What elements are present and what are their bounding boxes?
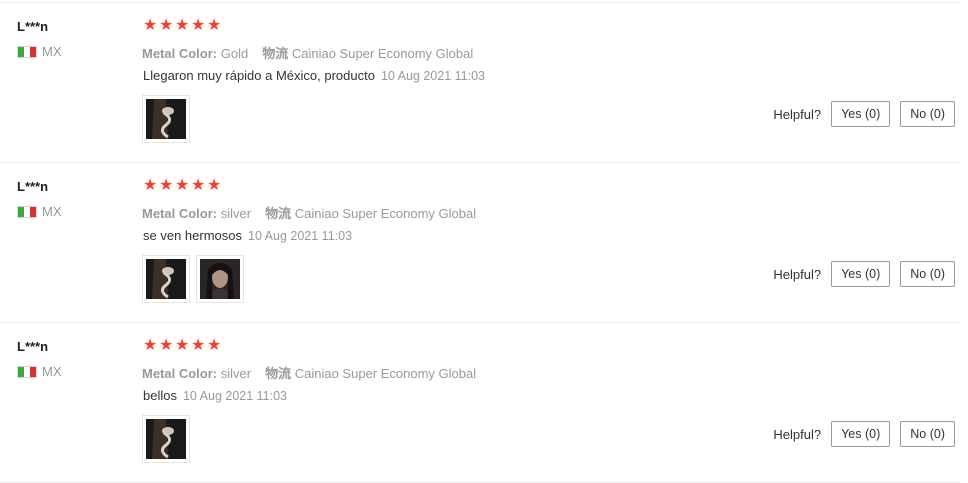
star-icon: ★ xyxy=(207,17,222,34)
country-code: MX xyxy=(42,44,62,59)
helpful-no-button[interactable]: No (0) xyxy=(900,421,955,447)
portrait-photo xyxy=(200,259,240,299)
earring-photo xyxy=(146,259,186,299)
helpful-vote: Helpful? Yes (0) No (0) xyxy=(773,261,955,287)
star-icon: ★ xyxy=(191,177,206,194)
shipping-value: Cainiao Super Economy Global xyxy=(294,366,477,381)
review-item: L***n MX ★ ★ ★ ★ ★ Metal Color: Gold 物流 Cainiao … xyxy=(0,3,968,163)
reviewer-name: L***n xyxy=(17,339,49,354)
review-photo-thumbnail[interactable] xyxy=(142,255,190,303)
helpful-label: Helpful? xyxy=(773,106,822,122)
star-icon: ★ xyxy=(175,177,190,194)
star-icon: ★ xyxy=(207,337,222,354)
star-rating: ★ ★ ★ ★ ★ xyxy=(143,18,221,34)
star-icon: ★ xyxy=(143,177,158,194)
helpful-yes-button[interactable]: Yes (0) xyxy=(831,261,891,287)
metal-color-label: Metal Color: xyxy=(142,206,218,221)
review-text: se ven hermosos xyxy=(143,228,242,243)
star-icon: ★ xyxy=(159,17,174,34)
review-photos xyxy=(142,95,190,143)
review-photo-thumbnail[interactable] xyxy=(142,415,190,463)
review-text: Llegaron muy rápido a México, producto xyxy=(143,68,375,83)
mexico-flag-icon xyxy=(17,45,37,58)
star-rating: ★ ★ ★ ★ ★ xyxy=(143,338,221,354)
review-photo-thumbnail[interactable] xyxy=(196,255,244,303)
product-attributes: Metal Color: silver 物流 Cainiao Super Econ… xyxy=(142,203,476,222)
review-item: L***n MX ★ ★ ★ ★ ★ Metal Color: silver 物流 Cainia… xyxy=(0,163,968,323)
product-attributes: Metal Color: Gold 物流 Cainiao Super Econom… xyxy=(142,43,473,62)
reviewer-country: MX xyxy=(17,204,62,219)
metal-color-label: Metal Color: xyxy=(142,366,218,381)
review-date: 10 Aug 2021 11:03 xyxy=(380,69,486,83)
review-date: 10 Aug 2021 11:03 xyxy=(182,389,288,403)
review-photos xyxy=(142,255,244,303)
star-icon: ★ xyxy=(159,337,174,354)
star-icon: ★ xyxy=(143,337,158,354)
star-icon: ★ xyxy=(175,337,190,354)
country-code: MX xyxy=(42,364,62,379)
review-photo-thumbnail[interactable] xyxy=(142,95,190,143)
helpful-yes-button[interactable]: Yes (0) xyxy=(831,421,891,447)
review-item: L***n MX ★ ★ ★ ★ ★ Metal Color: silver 物流 Cainia… xyxy=(0,323,968,483)
reviewer-country: MX xyxy=(17,44,62,59)
shipping-value: Cainiao Super Economy Global xyxy=(291,46,474,61)
earring-photo xyxy=(146,419,186,459)
star-icon: ★ xyxy=(143,17,158,34)
metal-color-value: silver xyxy=(220,206,252,221)
mexico-flag-icon xyxy=(17,205,37,218)
helpful-no-button[interactable]: No (0) xyxy=(900,261,955,287)
star-icon: ★ xyxy=(191,337,206,354)
shipping-label: 物流 xyxy=(265,206,292,221)
star-icon: ★ xyxy=(191,17,206,34)
helpful-vote: Helpful? Yes (0) No (0) xyxy=(773,101,955,127)
mexico-flag-icon xyxy=(17,365,37,378)
reviewer-country: MX xyxy=(17,364,62,379)
helpful-no-button[interactable]: No (0) xyxy=(900,101,955,127)
shipping-value: Cainiao Super Economy Global xyxy=(294,206,477,221)
earring-photo xyxy=(146,99,186,139)
star-rating: ★ ★ ★ ★ ★ xyxy=(143,178,221,194)
helpful-vote: Helpful? Yes (0) No (0) xyxy=(773,421,955,447)
helpful-label: Helpful? xyxy=(773,426,822,442)
product-attributes: Metal Color: silver 物流 Cainiao Super Econ… xyxy=(142,363,476,382)
reviewer-name: L***n xyxy=(17,179,49,194)
review-text-line: Llegaron muy rápido a México, producto 10… xyxy=(143,68,485,83)
reviewer-name: L***n xyxy=(17,19,49,34)
review-text: bellos xyxy=(143,388,177,403)
helpful-yes-button[interactable]: Yes (0) xyxy=(831,101,891,127)
metal-color-label: Metal Color: xyxy=(142,46,218,61)
star-icon: ★ xyxy=(159,177,174,194)
shipping-label: 物流 xyxy=(265,366,292,381)
review-date: 10 Aug 2021 11:03 xyxy=(248,229,353,243)
star-icon: ★ xyxy=(207,177,222,194)
helpful-label: Helpful? xyxy=(773,266,822,282)
shipping-label: 物流 xyxy=(262,46,289,61)
country-code: MX xyxy=(42,204,62,219)
metal-color-value: Gold xyxy=(220,46,249,61)
review-photos xyxy=(142,415,190,463)
star-icon: ★ xyxy=(175,17,190,34)
review-text-line: se ven hermosos 10 Aug 2021 11:03 xyxy=(143,228,352,243)
review-text-line: bellos 10 Aug 2021 11:03 xyxy=(143,388,287,403)
metal-color-value: silver xyxy=(220,366,252,381)
